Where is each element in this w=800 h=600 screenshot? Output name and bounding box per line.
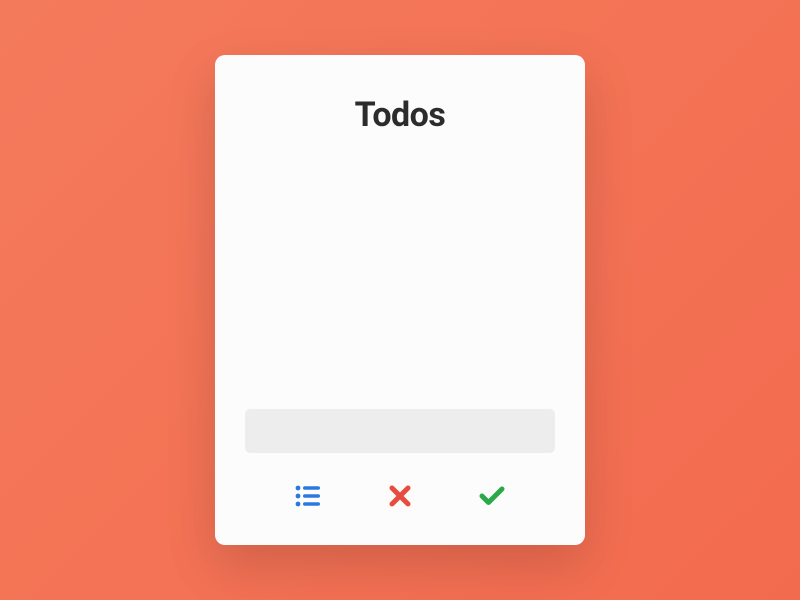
list-icon bbox=[295, 485, 321, 507]
close-icon bbox=[389, 485, 411, 507]
new-todo-input[interactable] bbox=[245, 409, 555, 453]
check-icon bbox=[479, 485, 505, 507]
todo-list-area bbox=[245, 135, 555, 409]
filter-bar bbox=[245, 481, 555, 515]
filter-completed-button[interactable] bbox=[475, 481, 509, 511]
todo-card: Todos bbox=[215, 55, 585, 545]
input-row bbox=[245, 409, 555, 453]
filter-active-button[interactable] bbox=[385, 481, 415, 511]
filter-all-button[interactable] bbox=[291, 481, 325, 511]
page-title: Todos bbox=[245, 95, 555, 135]
